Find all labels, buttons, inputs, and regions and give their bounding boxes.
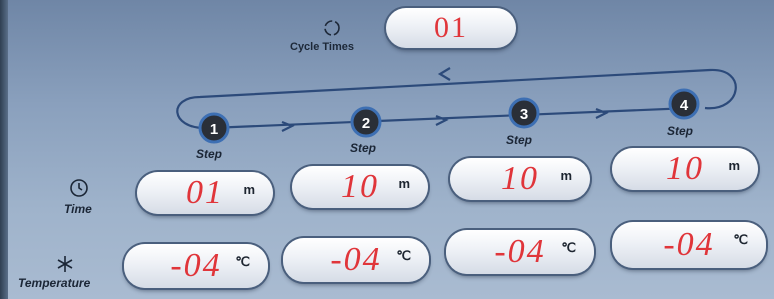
step-3-label: Step (506, 133, 533, 147)
step-3-time-unit: m (560, 168, 572, 183)
step-4-number: 4 (680, 97, 689, 114)
step-1-badge: 1 (198, 112, 230, 144)
step-4-badge: 4 (668, 88, 700, 120)
step-1-number: 1 (210, 121, 218, 138)
time-label: Time (64, 202, 92, 216)
step-2-label: Step (350, 141, 377, 155)
step-3-temp-value: -04 (494, 233, 546, 270)
flow-loop-line (176, 68, 737, 130)
flow-return-arrow (437, 67, 451, 81)
step-1-time-field[interactable]: 01 m (137, 172, 273, 214)
flow-arrow-1 (281, 120, 295, 132)
step-1-time-value: 01 (186, 174, 224, 211)
flow-forward-line (209, 106, 691, 130)
snowflake-icon (57, 256, 73, 272)
step-1-temp-unit: ℃ (235, 254, 250, 269)
step-3-temp-field[interactable]: -04 ℃ (446, 230, 594, 274)
step-2-temp-field[interactable]: -04 ℃ (283, 238, 429, 282)
step-3-time-field[interactable]: 10 m (450, 158, 590, 200)
step-3-badge: 3 (508, 97, 540, 129)
step-4-time-value: 10 (666, 150, 704, 187)
step-1-temp-field[interactable]: -04 ℃ (124, 244, 268, 288)
step-4-time-field[interactable]: 10 m (612, 148, 758, 190)
step-2-badge: 2 (350, 106, 382, 138)
step-2-time-field[interactable]: 10 m (292, 166, 428, 208)
temperature-label: Temperature (18, 276, 91, 290)
step-2-temp-value: -04 (330, 241, 382, 278)
step-1-label: Step (196, 147, 223, 161)
step-4-temp-field[interactable]: -04 ℃ (612, 222, 766, 268)
clock-icon (70, 179, 88, 197)
step-flow-diagram: 1 2 3 4 (176, 67, 737, 144)
step-1-temp-value: -04 (170, 247, 222, 284)
step-2-time-unit: m (398, 176, 410, 191)
step-4-time-unit: m (728, 158, 740, 173)
step-4-label: Step (667, 124, 694, 138)
step-4-temp-unit: ℃ (733, 232, 748, 247)
step-1-time-unit: m (243, 182, 255, 197)
step-3-temp-unit: ℃ (561, 240, 576, 255)
flow-arrow-3 (595, 107, 609, 119)
step-2-time-value: 10 (341, 168, 379, 205)
step-3-time-value: 10 (501, 160, 539, 197)
step-2-temp-unit: ℃ (396, 248, 411, 263)
step-2-number: 2 (362, 115, 370, 132)
step-3-number: 3 (520, 106, 528, 123)
step-4-temp-value: -04 (663, 226, 715, 263)
